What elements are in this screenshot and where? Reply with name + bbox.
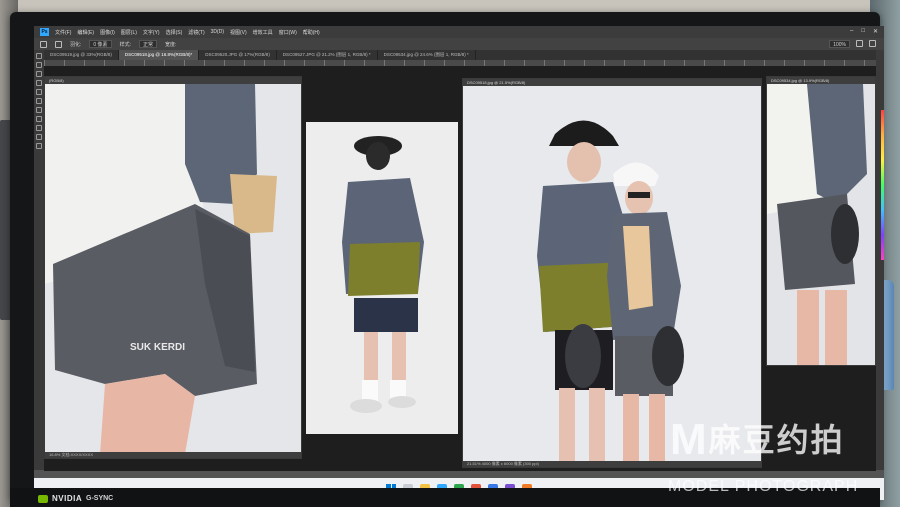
style-select[interactable]: 正常 xyxy=(138,40,157,48)
back-view-illustration xyxy=(342,136,424,413)
document-window-back-view[interactable] xyxy=(306,122,458,434)
text-tool-icon[interactable] xyxy=(36,125,42,131)
female-glasses xyxy=(628,192,650,198)
left-sock xyxy=(362,380,378,402)
photo-background-scene: Ps 文件(F) 编辑(E) 图像(I) 图层(L) 文字(Y) 选择(S) 滤… xyxy=(0,0,900,507)
nvidia-eye-icon xyxy=(38,494,48,503)
nvidia-logo: NVIDIA xyxy=(38,494,82,503)
watermark-en-text: MODEL PHOTOGRAPH xyxy=(668,478,859,495)
menu-plugins[interactable]: 增效工具 xyxy=(253,29,273,36)
male-left-leg xyxy=(559,388,575,461)
leg xyxy=(100,374,195,452)
search-icon[interactable] xyxy=(856,40,863,47)
tab-doc-5[interactable]: DSC09534.jpg @ 24.6% (图层 1, RGB/8) * xyxy=(378,50,476,60)
couple-illustration xyxy=(537,120,684,461)
right-leg-2 xyxy=(825,290,847,365)
tab-doc-2[interactable]: DSC09518.jpg @ 16.8%(RGB/8)* xyxy=(118,50,200,60)
tools-panel xyxy=(34,50,44,470)
window-controls: – □ ✕ xyxy=(850,28,878,35)
shorts-closeup-illustration: SUK KERDI xyxy=(45,84,277,452)
menu-file[interactable]: 文件(F) xyxy=(55,29,71,36)
eyedropper-icon[interactable] xyxy=(36,89,42,95)
menu-edit[interactable]: 编辑(E) xyxy=(77,29,94,36)
feather-field[interactable]: 0 像素 xyxy=(89,40,112,48)
left-leg xyxy=(364,332,378,388)
tab-doc-1[interactable]: DSC09519.jpg @ 33%(RGB/8) xyxy=(44,50,119,60)
left-sneaker xyxy=(350,399,382,413)
crop-icon[interactable] xyxy=(36,80,42,86)
lasso-icon[interactable] xyxy=(36,71,42,77)
move-tool-icon[interactable] xyxy=(36,53,42,59)
tab-doc-3[interactable]: DSC09520.JPG @ 17%(RGB/8) xyxy=(199,50,277,60)
color-strip xyxy=(881,110,884,260)
right-bag xyxy=(831,204,859,264)
hand-icon[interactable] xyxy=(36,134,42,140)
right-panel xyxy=(876,50,884,470)
stamp-icon[interactable] xyxy=(36,107,42,113)
menu-view[interactable]: 视图(V) xyxy=(230,29,247,36)
right-partial-illustration xyxy=(767,84,867,365)
workspace-icon[interactable] xyxy=(869,40,876,47)
feather-label: 羽化: xyxy=(70,41,82,48)
menu-window[interactable]: 窗口(W) xyxy=(279,29,297,36)
photoshop-menubar: Ps 文件(F) 编辑(E) 图像(I) 图层(L) 文字(Y) 选择(S) 滤… xyxy=(34,26,884,38)
jacket-olive-panel xyxy=(348,242,420,296)
menu-select[interactable]: 选择(S) xyxy=(166,29,183,36)
menu-type[interactable]: 文字(Y) xyxy=(143,29,160,36)
female-bag xyxy=(652,326,684,386)
minimize-icon[interactable]: – xyxy=(850,28,853,35)
doc-window-1-status: 16.8% 文档:XXXX/XXXX xyxy=(45,452,301,458)
menu-filter[interactable]: 滤镜(T) xyxy=(188,29,204,36)
photo-shorts-closeup: SUK KERDI xyxy=(45,84,301,452)
right-leg-1 xyxy=(797,290,819,365)
gsync-label: G-SYNC xyxy=(86,495,114,502)
options-bar: 羽化: 0 像素 样式: 正常 宽度: 100% xyxy=(34,38,884,50)
maximize-icon[interactable]: □ xyxy=(861,28,865,35)
home-icon[interactable] xyxy=(40,40,47,48)
doc-window-3-title: DSC09534.jpg @ 13.9%(RGB/8) xyxy=(767,77,875,84)
document-tabs: DSC09519.jpg @ 33%(RGB/8) DSC09518.jpg @… xyxy=(44,50,884,60)
right-leg xyxy=(392,332,406,388)
photo-couple xyxy=(463,86,761,461)
menu-3d[interactable]: 3D(D) xyxy=(211,29,224,35)
doc-window-1-title: (RGB/8) xyxy=(45,77,301,84)
photo-back-view xyxy=(306,122,458,434)
right-sneaker xyxy=(388,396,416,408)
watermark-logo: M 麻豆约拍 xyxy=(670,418,845,462)
document-window-3[interactable]: DSC09534.jpg @ 13.9%(RGB/8) xyxy=(766,76,876,366)
style-label: 样式: xyxy=(119,41,131,48)
document-window-2[interactable]: DSC09518.jpg @ 21.5%(RGB/8) 21.51% 4000 … xyxy=(462,78,762,468)
watermark-cn-text: 麻豆约拍 xyxy=(708,422,845,458)
canvas-area: (RGB/8) SUK KERDI 16.8% 文档:XXXX/XXXX DSC… xyxy=(44,66,876,471)
options-right: 100% xyxy=(829,40,876,48)
male-bag xyxy=(565,324,601,388)
tab-doc-4[interactable]: DSC09527.JPG @ 21.2% (图层 1, RGB/8) * xyxy=(277,50,378,60)
male-face xyxy=(567,142,601,182)
navy-shorts xyxy=(354,298,418,332)
width-label: 宽度: xyxy=(164,41,177,48)
menu-image[interactable]: 图像(I) xyxy=(100,29,115,36)
photoshop-logo-icon: Ps xyxy=(40,28,49,36)
zoom-field[interactable]: 100% xyxy=(829,40,850,48)
head xyxy=(366,142,390,170)
marquee-tool-icon[interactable] xyxy=(55,40,62,48)
male-right-leg xyxy=(589,388,605,461)
shorts-brand-text: SUK KERDI xyxy=(130,342,185,353)
female-right-leg xyxy=(649,394,665,461)
close-icon[interactable]: ✕ xyxy=(873,28,878,35)
nvidia-label: NVIDIA xyxy=(52,494,83,503)
photo-right-partial xyxy=(767,84,875,365)
document-window-1[interactable]: (RGB/8) SUK KERDI 16.8% 文档:XXXX/XXXX xyxy=(44,76,302,459)
menu-layer[interactable]: 图层(L) xyxy=(121,29,137,36)
marquee-icon[interactable] xyxy=(36,62,42,68)
watermark-m-icon: M xyxy=(670,415,707,464)
eraser-icon[interactable] xyxy=(36,116,42,122)
zoom-icon[interactable] xyxy=(36,143,42,149)
brush-icon[interactable] xyxy=(36,98,42,104)
menu-help[interactable]: 帮助(H) xyxy=(303,29,320,36)
doc-window-2-title: DSC09518.jpg @ 21.5%(RGB/8) xyxy=(463,79,761,86)
female-left-leg xyxy=(623,394,639,461)
tan-bag xyxy=(230,174,277,234)
